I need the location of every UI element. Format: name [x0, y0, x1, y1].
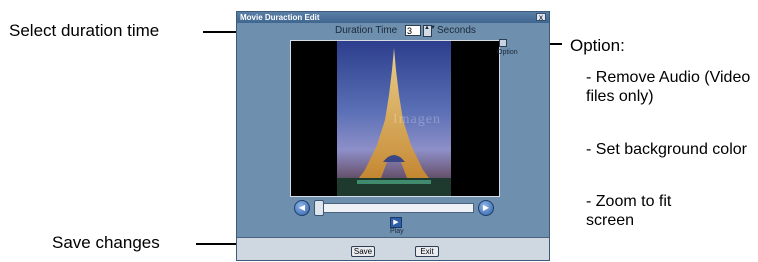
- duration-unit: Seconds: [437, 25, 476, 36]
- option-label: Option: [497, 49, 518, 56]
- save-button[interactable]: Save: [351, 246, 375, 257]
- select-duration-callout: Select duration time: [9, 21, 160, 40]
- dialog-button-bar: Save Exit: [237, 237, 549, 260]
- watermark: Imagen: [393, 112, 441, 127]
- movie-duration-dialog: Movie Duraction Edit x Duration Time 3 ▲…: [236, 11, 550, 261]
- duration-input[interactable]: 3: [405, 25, 421, 36]
- duration-label: Duration Time: [335, 25, 398, 36]
- timeline-slider: ◀ ▶: [294, 200, 494, 216]
- close-icon[interactable]: x: [536, 13, 546, 22]
- exit-button[interactable]: Exit: [415, 246, 439, 257]
- previous-frame-icon[interactable]: ◀: [294, 200, 310, 216]
- option-item-remove-audio: - Remove Audio (Video files only): [586, 69, 751, 105]
- play-label: Play: [390, 228, 404, 235]
- option-icon[interactable]: [499, 39, 507, 47]
- play-button[interactable]: ▶: [390, 217, 402, 228]
- dialog-titlebar: Movie Duraction Edit x: [237, 12, 549, 23]
- slider-track[interactable]: [314, 203, 474, 213]
- option-item-background-color: - Set background color: [586, 141, 747, 158]
- option-heading: Option:: [570, 36, 625, 55]
- eiffel-tower-image: Imagen: [337, 41, 451, 196]
- dialog-title: Movie Duraction Edit: [240, 13, 320, 22]
- slider-thumb[interactable]: [314, 200, 324, 216]
- option-item-zoom-fit: - Zoom to fit screen: [586, 193, 672, 229]
- next-frame-icon[interactable]: ▶: [478, 200, 494, 216]
- duration-spinner-icon[interactable]: ▲▼: [423, 25, 436, 37]
- save-changes-callout: Save changes: [52, 233, 160, 252]
- video-preview: Imagen: [290, 40, 500, 197]
